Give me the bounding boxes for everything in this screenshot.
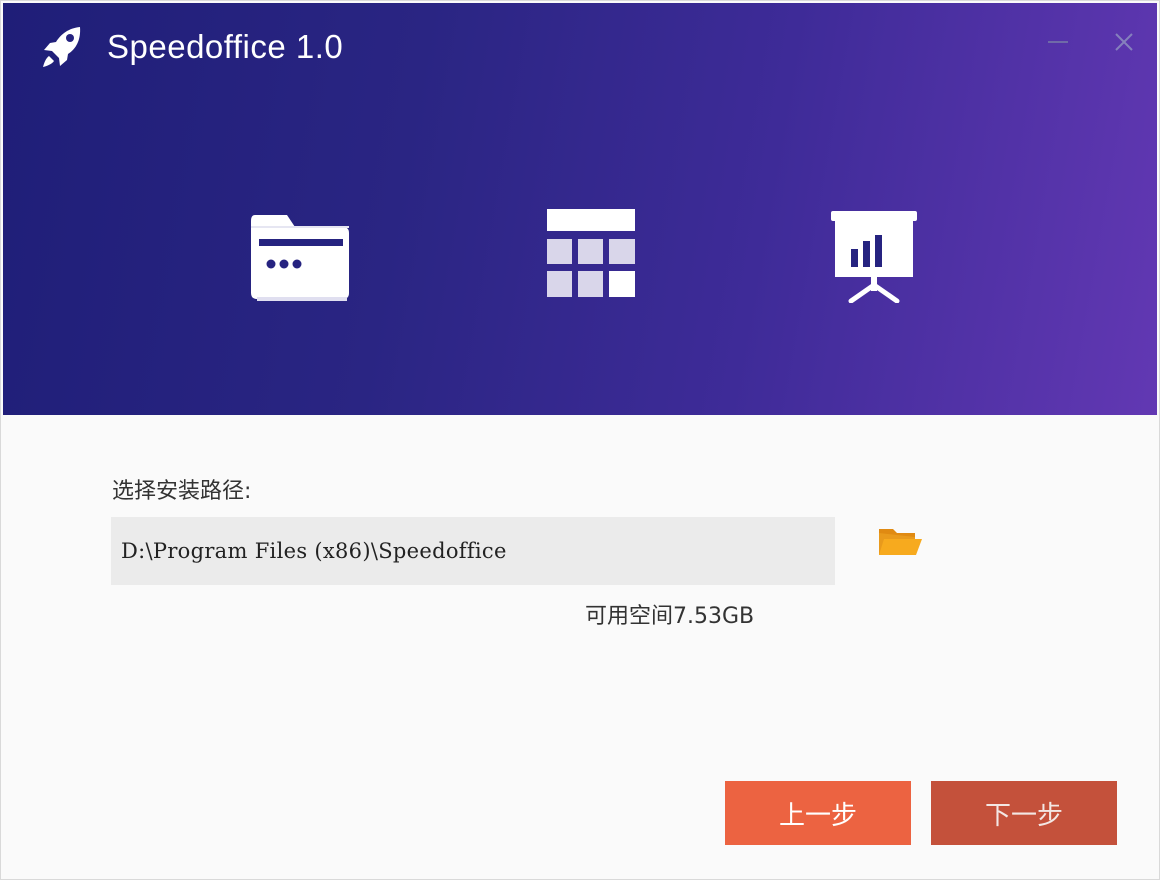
folder-icon (879, 529, 922, 555)
next-step-button[interactable]: 下一步 (931, 781, 1117, 845)
spreadsheet-icon (547, 209, 635, 297)
previous-step-button[interactable]: 上一步 (725, 781, 911, 845)
app-title: Speedoffice 1.0 (107, 28, 344, 65)
install-path-input[interactable] (111, 517, 835, 585)
browse-folder-button[interactable] (875, 523, 925, 561)
close-icon (1115, 33, 1133, 51)
available-space-text: 可用空间7.53GB (585, 604, 755, 629)
install-path-label: 选择安装路径: (112, 479, 252, 504)
minimize-icon (1048, 41, 1068, 43)
header-banner: Speedoffice 1.0 (3, 3, 1157, 415)
rocket-icon (43, 27, 81, 67)
minimize-button[interactable] (1045, 29, 1071, 55)
installer-window: Speedoffice 1.0 选择安装路径: D:\Program Files… (0, 0, 1160, 880)
close-button[interactable] (1111, 29, 1137, 55)
document-folder-icon (251, 215, 349, 301)
presentation-icon (831, 211, 917, 303)
